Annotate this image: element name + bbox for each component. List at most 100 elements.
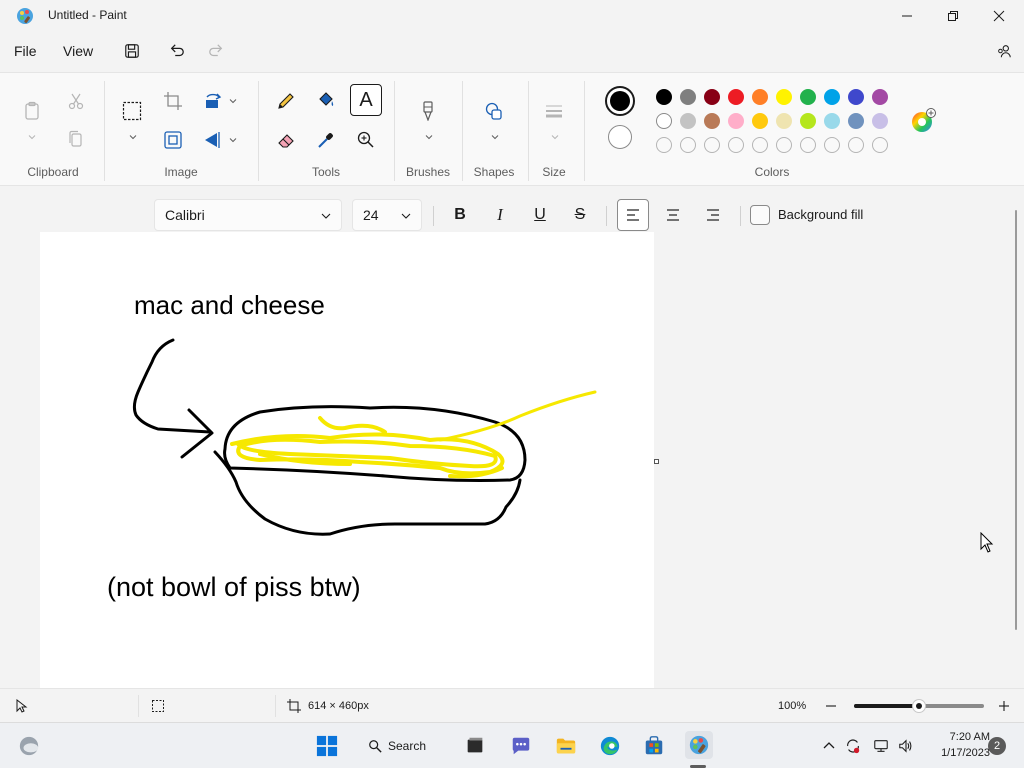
minimize-button[interactable] [884,0,930,32]
eraser-tool[interactable] [274,128,298,152]
close-button[interactable] [976,0,1022,32]
font-size-dropdown[interactable]: 24 [352,199,422,231]
magnifier-tool[interactable] [354,128,378,152]
save-button[interactable] [121,40,143,62]
custom-color-slot[interactable] [776,137,792,153]
color-swatch[interactable] [704,89,720,105]
custom-color-slot[interactable] [824,137,840,153]
color-swatch[interactable] [704,113,720,129]
teams-chat-button[interactable] [508,733,534,759]
maximize-button[interactable] [930,0,976,32]
color-swatch[interactable] [656,113,672,129]
zoom-slider[interactable] [854,699,984,713]
custom-color-slot[interactable] [752,137,768,153]
text-tool[interactable]: A [350,84,382,116]
notification-badge[interactable]: 2 [988,737,1006,755]
custom-color-slot[interactable] [680,137,696,153]
copy-button[interactable] [64,127,88,151]
select-button[interactable] [120,99,144,123]
color-swatch[interactable] [800,113,816,129]
vertical-scrollbar[interactable] [1015,210,1017,630]
color-swatch[interactable] [776,89,792,105]
flip-button[interactable] [201,128,225,152]
drawing-canvas[interactable]: mac and cheese (not bowl of piss btw) [40,232,654,688]
flip-chevron-down-icon[interactable] [229,136,237,144]
italic-button[interactable]: I [484,199,516,231]
shapes-button[interactable] [482,99,506,123]
menu-file[interactable]: File [14,43,37,59]
custom-color-slot[interactable] [656,137,672,153]
color-swatch[interactable] [680,89,696,105]
background-fill-checkbox[interactable] [750,205,770,225]
pencil-tool[interactable] [274,89,298,113]
custom-color-slot[interactable] [872,137,888,153]
start-button[interactable] [314,733,340,759]
edit-colors-button[interactable] [910,108,936,134]
canvas-resize-handle[interactable] [654,459,659,464]
menu-view[interactable]: View [63,43,93,59]
drawing-strokes [132,338,597,536]
bold-button[interactable]: B [444,199,476,231]
undo-icon [170,44,184,57]
network-button[interactable] [871,733,891,759]
color-swatch[interactable] [728,89,744,105]
color-swatch[interactable] [824,89,840,105]
color-swatch[interactable] [848,89,864,105]
crop-button[interactable] [161,89,185,113]
color-swatch[interactable] [800,89,816,105]
volume-button[interactable] [896,733,916,759]
resize-button[interactable] [161,128,185,152]
underline-button[interactable]: U [524,199,556,231]
color-swatch[interactable] [872,113,888,129]
color-swatch[interactable] [752,89,768,105]
brushes-button[interactable] [416,99,440,123]
rotate-button[interactable] [201,89,225,113]
color-swatch[interactable] [848,113,864,129]
align-right-button[interactable] [697,199,729,231]
secondary-color-button[interactable] [608,125,632,149]
color-swatch[interactable] [728,113,744,129]
color-picker-tool[interactable] [314,128,338,152]
color-swatch[interactable] [680,113,696,129]
undo-button[interactable] [166,40,188,62]
account-button[interactable] [993,40,1015,62]
custom-color-slot[interactable] [848,137,864,153]
rotate-chevron-down-icon[interactable] [229,97,237,105]
brushes-chevron-down-icon[interactable] [425,133,433,141]
widgets-button[interactable] [16,733,42,759]
redo-button[interactable] [205,40,227,62]
align-center-button[interactable] [657,199,689,231]
taskbar-search-button[interactable]: Search [368,731,438,761]
paste-button[interactable] [20,99,44,123]
custom-color-slot[interactable] [704,137,720,153]
custom-color-slot[interactable] [800,137,816,153]
font-family-dropdown[interactable]: Calibri [154,199,342,231]
fill-tool[interactable] [314,89,338,113]
microsoft-store-button[interactable] [641,733,667,759]
color-swatch[interactable] [824,113,840,129]
edge-browser-button[interactable] [597,733,623,759]
select-chevron-down-icon[interactable] [129,133,137,141]
primary-color-button[interactable] [605,86,635,116]
align-left-button[interactable] [617,199,649,231]
color-swatch[interactable] [656,89,672,105]
sync-status-button[interactable] [843,733,863,759]
paste-chevron-down-icon[interactable] [28,133,36,141]
color-swatch[interactable] [776,113,792,129]
custom-color-slot[interactable] [728,137,744,153]
task-view-button[interactable] [462,733,488,759]
zoom-in-button[interactable] [993,695,1015,717]
paint-taskbar-button[interactable] [685,731,713,759]
show-hidden-icons-button[interactable] [820,733,838,759]
cut-button[interactable] [64,89,88,113]
file-explorer-button[interactable] [553,733,579,759]
color-swatch[interactable] [872,89,888,105]
color-swatch[interactable] [752,113,768,129]
size-chevron-down-icon[interactable] [551,133,559,141]
strikethrough-button[interactable]: S [564,199,596,231]
size-button[interactable] [542,99,566,123]
zoom-out-button[interactable] [820,695,842,717]
zoom-slider-thumb[interactable] [912,699,926,713]
taskbar-clock[interactable]: 7:20 AM 1/17/2023 [924,729,990,761]
shapes-chevron-down-icon[interactable] [491,133,499,141]
